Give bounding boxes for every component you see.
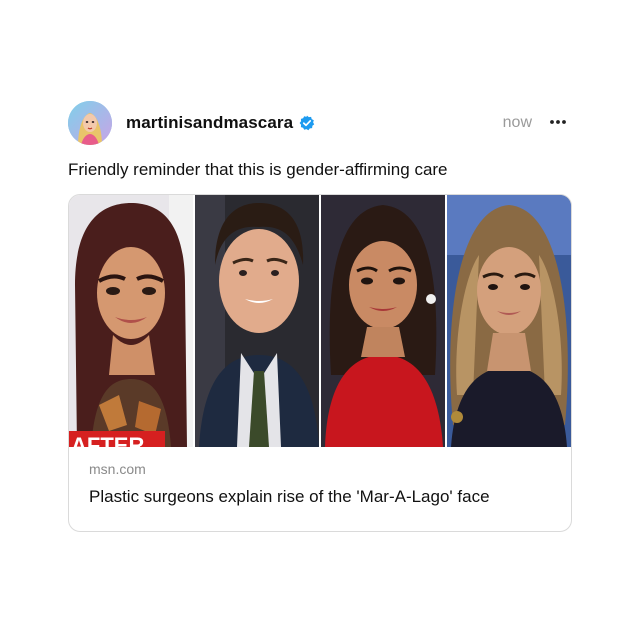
link-preview-body: msn.com Plastic surgeons explain rise of… bbox=[69, 447, 571, 531]
post-caption: Friendly reminder that this is gender-af… bbox=[68, 160, 448, 179]
username[interactable]: martinisandmascara bbox=[126, 113, 293, 133]
post-header: martinisandmascara now bbox=[68, 100, 572, 146]
link-preview-card[interactable]: AFTER msn.com Plastic surgeons explain r… bbox=[68, 194, 572, 532]
link-domain: msn.com bbox=[89, 461, 146, 477]
avatar-image bbox=[68, 101, 112, 145]
avatar[interactable] bbox=[68, 101, 112, 145]
image-banner-text: AFTER bbox=[71, 433, 144, 447]
more-options-icon[interactable] bbox=[548, 112, 568, 132]
photo-panel-2 bbox=[195, 195, 319, 447]
photo-panel-1 bbox=[69, 195, 193, 447]
username-row: martinisandmascara bbox=[126, 113, 315, 133]
post-time: now bbox=[502, 114, 532, 131]
photo-panel-4 bbox=[447, 195, 571, 447]
photo-panel-3 bbox=[321, 195, 445, 447]
link-headline[interactable]: Plastic surgeons explain rise of the 'Ma… bbox=[89, 487, 551, 507]
threads-post: martinisandmascara now Friendly reminder… bbox=[68, 100, 572, 532]
verified-badge-icon bbox=[299, 115, 315, 131]
link-preview-image: AFTER bbox=[69, 195, 571, 447]
